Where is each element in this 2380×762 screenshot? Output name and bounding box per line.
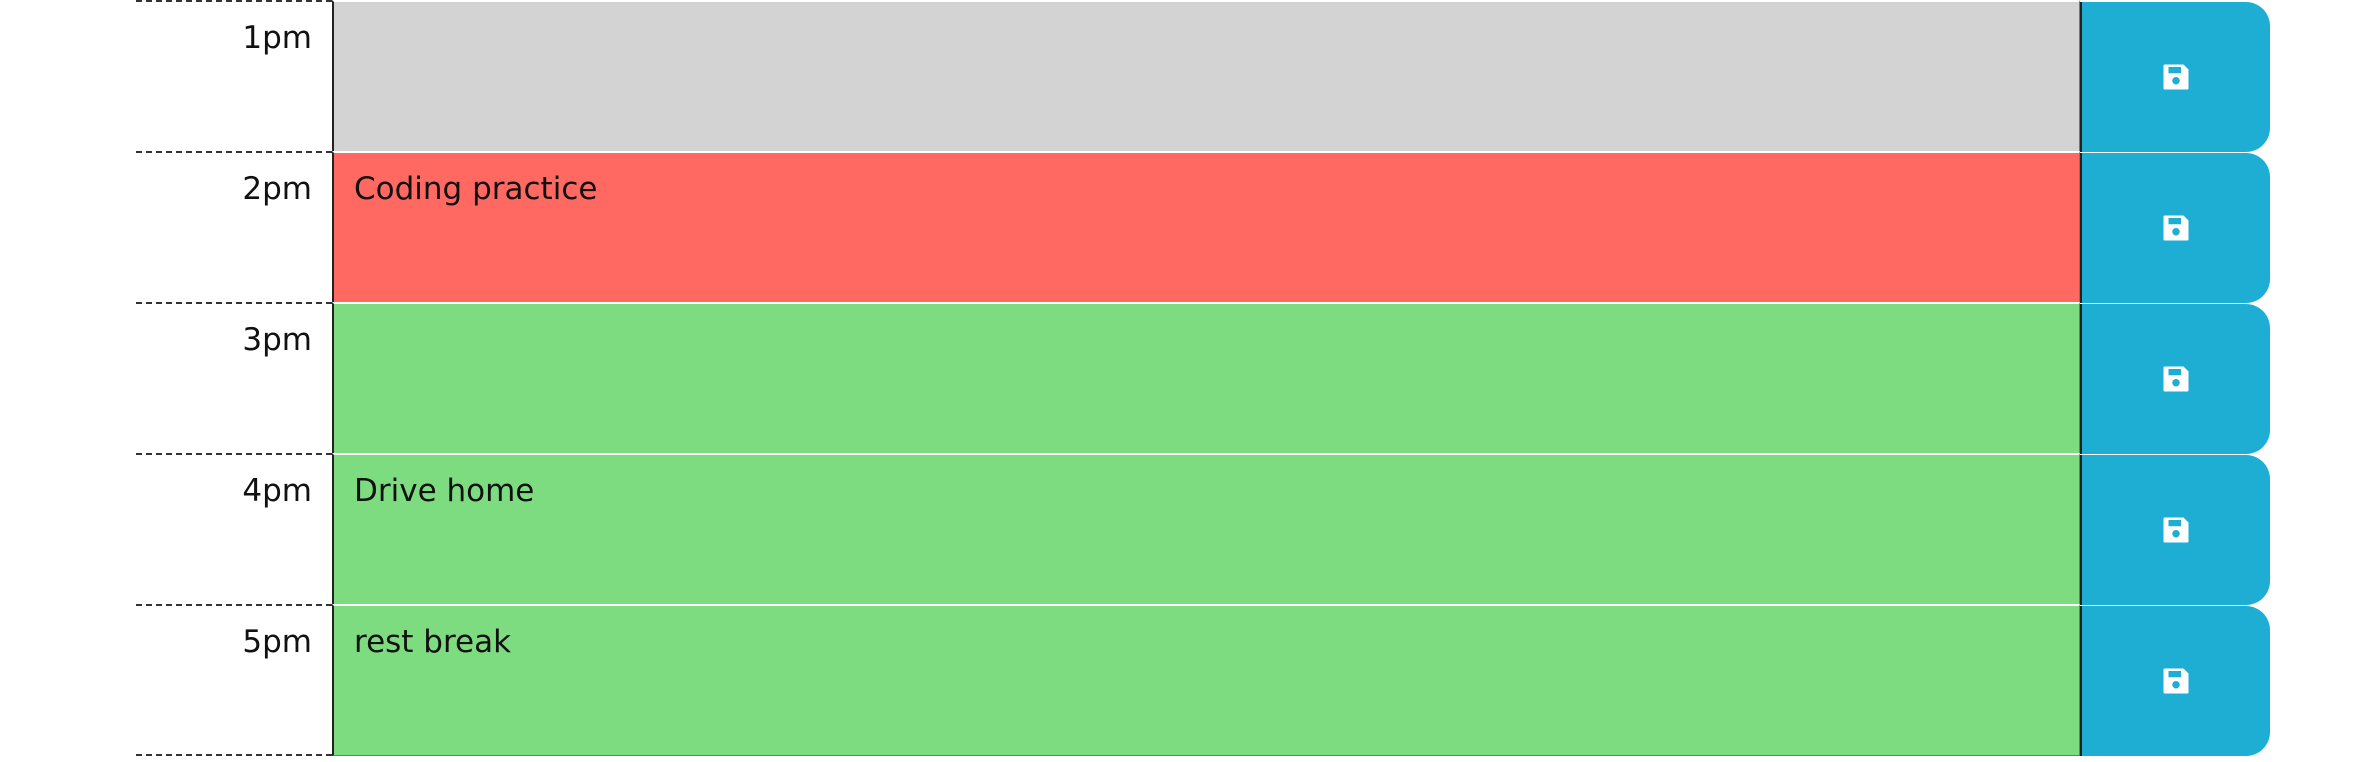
save-button[interactable] xyxy=(2080,2,2270,152)
hour-label: 2pm xyxy=(136,151,332,303)
event-description-input[interactable] xyxy=(332,453,2080,605)
hour-label: 4pm xyxy=(136,453,332,605)
hour-label: 3pm xyxy=(136,302,332,454)
save-button[interactable] xyxy=(2080,455,2270,605)
floppy-disk-icon xyxy=(2163,366,2189,392)
save-button[interactable] xyxy=(2080,606,2270,756)
hour-label: 1pm xyxy=(136,0,332,152)
save-button[interactable] xyxy=(2080,304,2270,454)
event-description-input[interactable] xyxy=(332,302,2080,454)
floppy-disk-icon xyxy=(2163,215,2189,241)
floppy-disk-icon xyxy=(2163,517,2189,543)
floppy-disk-icon xyxy=(2163,64,2189,90)
event-description-input[interactable] xyxy=(332,151,2080,303)
floppy-disk-icon xyxy=(2163,668,2189,694)
event-description-input[interactable] xyxy=(332,604,2080,756)
time-block-3pm: 3pm xyxy=(136,302,2270,454)
time-block-1pm: 1pm xyxy=(136,0,2270,152)
save-button[interactable] xyxy=(2080,153,2270,303)
time-block-5pm: 5pm xyxy=(136,604,2270,756)
time-block-4pm: 4pm xyxy=(136,453,2270,605)
hourly-scheduler: 1pm 2pm 3pm xyxy=(136,0,2270,762)
event-description-input[interactable] xyxy=(332,0,2080,152)
time-block-2pm: 2pm xyxy=(136,151,2270,303)
hour-label: 5pm xyxy=(136,604,332,756)
